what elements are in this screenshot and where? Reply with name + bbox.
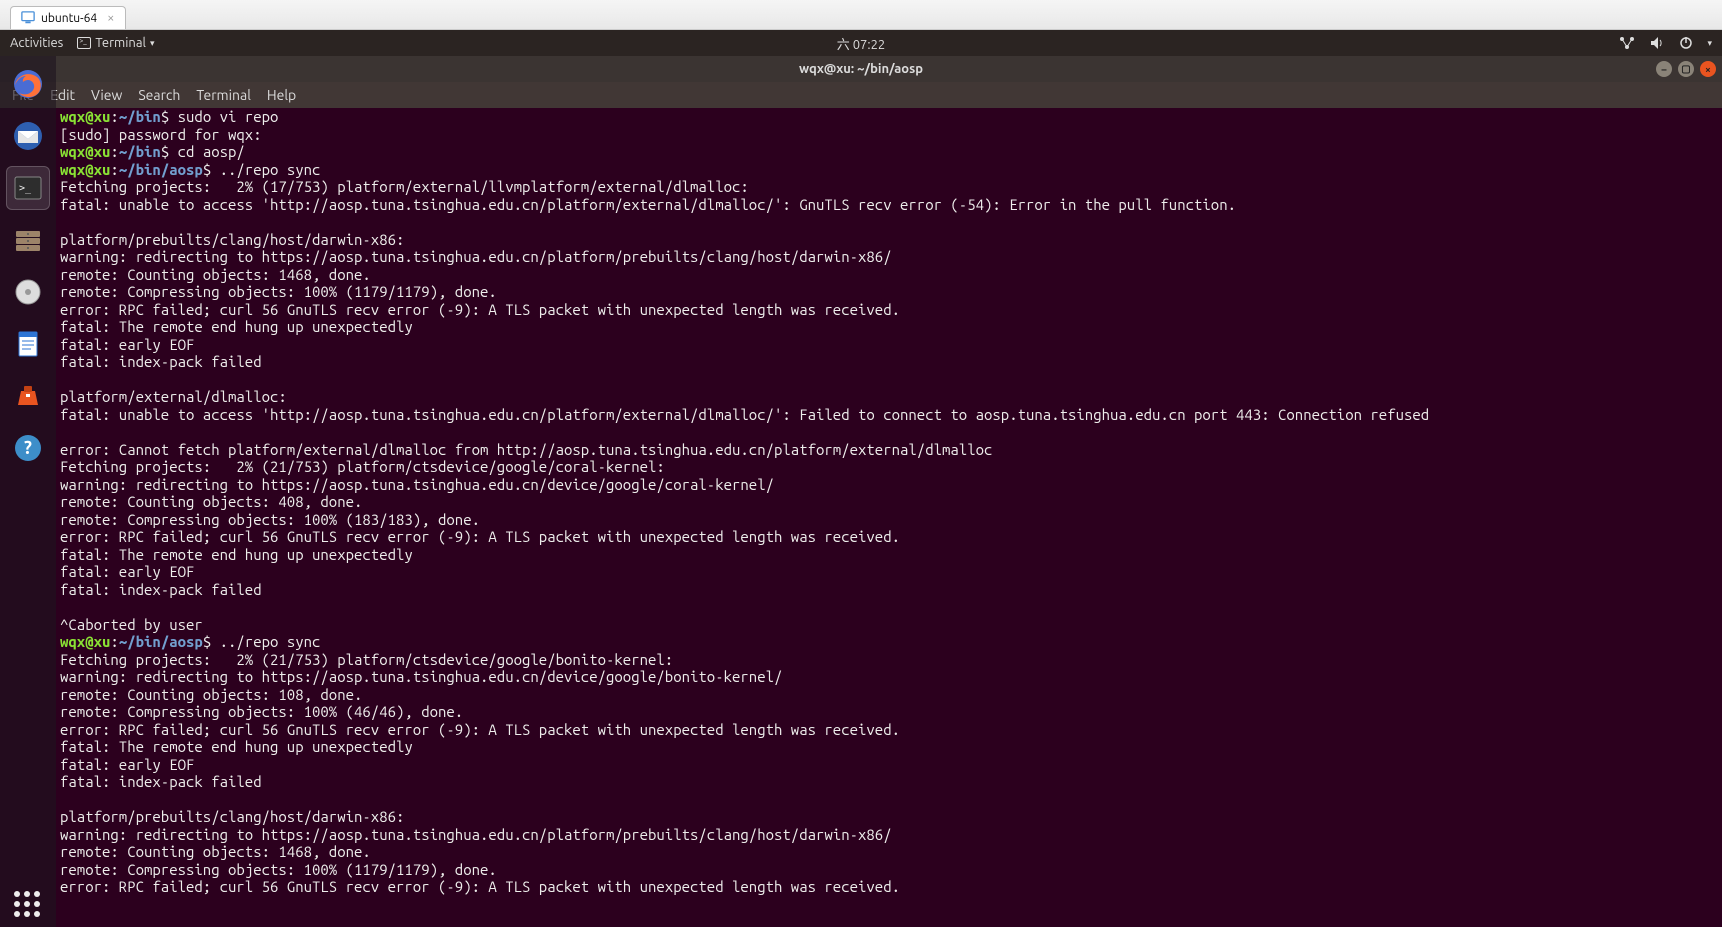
- dock-show-apps[interactable]: [6, 883, 50, 927]
- terminal-menubar: File Edit View Search Terminal Help: [0, 82, 1722, 108]
- volume-icon[interactable]: [1649, 36, 1665, 50]
- dock-files[interactable]: [6, 218, 50, 262]
- network-icon[interactable]: [1619, 36, 1635, 50]
- window-titlebar: wqx@xu: ~/bin/aosp – ▢ ×: [0, 56, 1722, 82]
- dock-terminal[interactable]: >_: [6, 166, 50, 210]
- apps-grid-icon: [14, 891, 42, 919]
- dock-help[interactable]: ?: [6, 426, 50, 470]
- dock: >_ ?: [0, 56, 56, 927]
- clock[interactable]: 六 07:22: [837, 34, 886, 53]
- close-icon[interactable]: ×: [107, 11, 114, 25]
- dock-disks[interactable]: [6, 270, 50, 314]
- menu-terminal[interactable]: Terminal: [196, 87, 251, 103]
- window-close-button[interactable]: ×: [1700, 61, 1716, 77]
- app-menu-label: Terminal: [95, 36, 146, 50]
- activities-button[interactable]: Activities: [10, 36, 63, 50]
- terminal-output: wqx@xu:~/bin$ sudo vi repo [sudo] passwo…: [56, 108, 1722, 896]
- menu-view[interactable]: View: [91, 87, 122, 103]
- vm-monitor-icon: [21, 11, 35, 25]
- chevron-down-icon: ▾: [150, 38, 155, 49]
- window-minimize-button[interactable]: –: [1656, 61, 1672, 77]
- gnome-top-bar: Activities Terminal ▾ 六 07:22 ▾: [0, 30, 1722, 56]
- dock-software[interactable]: [6, 374, 50, 418]
- vm-tab-label: ubuntu-64: [41, 12, 97, 25]
- svg-text:?: ?: [24, 438, 32, 458]
- menu-search[interactable]: Search: [138, 87, 180, 103]
- system-menu-chevron-icon[interactable]: ▾: [1707, 38, 1712, 49]
- terminal-viewport[interactable]: wqx@xu:~/bin$ sudo vi repo [sudo] passwo…: [56, 108, 1722, 927]
- svg-text:>_: >_: [19, 183, 32, 194]
- menu-help[interactable]: Help: [267, 87, 296, 103]
- window-title: wqx@xu: ~/bin/aosp: [799, 62, 923, 76]
- vm-tab-bar: ubuntu-64 ×: [0, 0, 1722, 30]
- power-icon[interactable]: [1679, 36, 1693, 50]
- dock-writer[interactable]: [6, 322, 50, 366]
- terminal-app-icon: [77, 37, 91, 49]
- app-menu[interactable]: Terminal ▾: [77, 36, 154, 50]
- window-maximize-button[interactable]: ▢: [1678, 61, 1694, 77]
- clock-label: 六 07:22: [837, 34, 886, 53]
- vm-tab[interactable]: ubuntu-64 ×: [10, 6, 126, 29]
- dock-firefox[interactable]: [6, 62, 50, 106]
- dock-thunderbird[interactable]: [6, 114, 50, 158]
